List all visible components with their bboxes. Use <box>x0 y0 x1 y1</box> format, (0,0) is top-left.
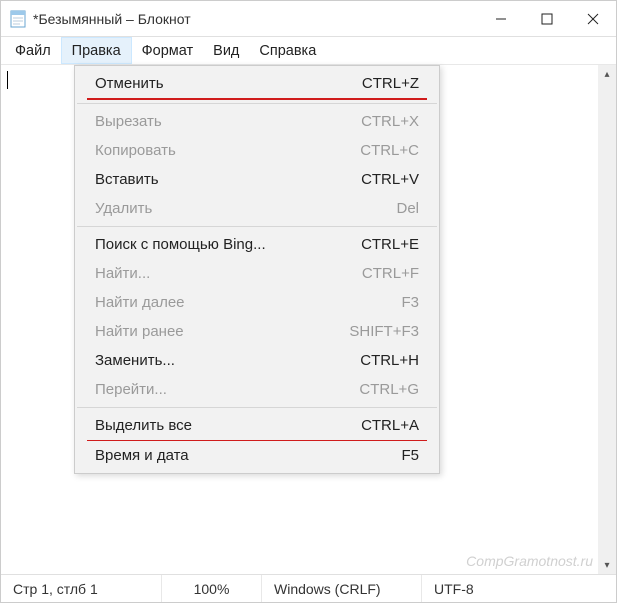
menu-item-goto[interactable]: Перейти... CTRL+G <box>75 375 439 404</box>
scroll-down-button[interactable]: ▾ <box>598 556 616 574</box>
watermark-text: CompGramotnost.ru <box>466 553 593 569</box>
highlight-underline <box>87 98 427 100</box>
menu-file[interactable]: Файл <box>5 37 61 64</box>
text-editor[interactable]: Отменить CTRL+Z Вырезать CTRL+X Копирова… <box>1 65 598 574</box>
content-area: Отменить CTRL+Z Вырезать CTRL+X Копирова… <box>1 65 616 574</box>
menu-item-replace[interactable]: Заменить... CTRL+H <box>75 346 439 375</box>
menu-item-find-next[interactable]: Найти далее F3 <box>75 288 439 317</box>
menu-item-paste[interactable]: Вставить CTRL+V <box>75 165 439 194</box>
menu-item-select-all[interactable]: Выделить все CTRL+A <box>75 411 439 440</box>
window-title: *Безымянный – Блокнот <box>33 11 478 27</box>
menu-separator <box>77 407 437 408</box>
menu-item-cut[interactable]: Вырезать CTRL+X <box>75 107 439 136</box>
menu-item-find[interactable]: Найти... CTRL+F <box>75 259 439 288</box>
window-controls <box>478 1 616 37</box>
menubar: Файл Правка Формат Вид Справка <box>1 37 616 65</box>
notepad-icon <box>9 10 27 28</box>
menu-separator <box>77 226 437 227</box>
status-line-ending: Windows (CRLF) <box>261 575 421 602</box>
status-position: Стр 1, стлб 1 <box>1 575 161 602</box>
menu-format[interactable]: Формат <box>132 37 204 64</box>
menu-help[interactable]: Справка <box>249 37 326 64</box>
menu-view[interactable]: Вид <box>203 37 249 64</box>
menu-separator <box>77 103 437 104</box>
status-encoding: UTF-8 <box>421 575 616 602</box>
edit-dropdown-menu: Отменить CTRL+Z Вырезать CTRL+X Копирова… <box>74 65 440 474</box>
statusbar: Стр 1, стлб 1 100% Windows (CRLF) UTF-8 <box>1 574 616 602</box>
menu-item-find-prev[interactable]: Найти ранее SHIFT+F3 <box>75 317 439 346</box>
status-zoom: 100% <box>161 575 261 602</box>
menu-item-delete[interactable]: Удалить Del <box>75 194 439 223</box>
maximize-button[interactable] <box>524 1 570 37</box>
menu-item-search-bing[interactable]: Поиск с помощью Bing... CTRL+E <box>75 230 439 259</box>
menu-edit[interactable]: Правка <box>61 37 132 64</box>
vertical-scrollbar[interactable]: ▴ ▾ <box>598 65 616 574</box>
close-button[interactable] <box>570 1 616 37</box>
scroll-up-button[interactable]: ▴ <box>598 65 616 83</box>
notepad-window: *Безымянный – Блокнот Файл Правка Формат… <box>0 0 617 603</box>
menu-item-undo[interactable]: Отменить CTRL+Z <box>75 69 439 98</box>
menu-item-datetime[interactable]: Время и дата F5 <box>75 441 439 470</box>
menu-item-copy[interactable]: Копировать CTRL+C <box>75 136 439 165</box>
minimize-button[interactable] <box>478 1 524 37</box>
text-cursor <box>7 71 8 89</box>
titlebar: *Безымянный – Блокнот <box>1 1 616 37</box>
